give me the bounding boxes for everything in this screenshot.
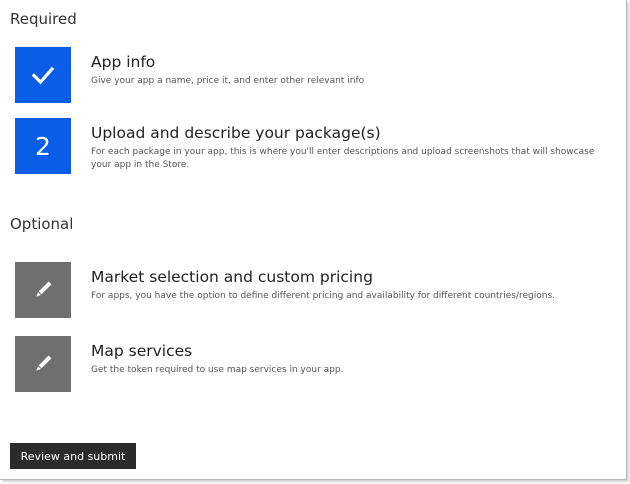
step-market-selection-tile[interactable]: [15, 262, 71, 318]
pencil-icon: [36, 355, 52, 371]
step-number: 2: [35, 131, 51, 161]
step-market-selection-title[interactable]: Market selection and custom pricing: [91, 268, 373, 286]
required-section-heading: Required: [10, 10, 77, 28]
step-upload-packages-tile[interactable]: 2: [15, 118, 71, 174]
step-app-info-tile[interactable]: [15, 47, 71, 103]
step-map-services-tile[interactable]: [15, 336, 71, 392]
step-market-selection[interactable]: Market selection and custom pricing For …: [15, 262, 615, 318]
pencil-icon: [36, 281, 52, 297]
step-map-services[interactable]: Map services Get the token required to u…: [15, 336, 615, 392]
submission-page: Required App info Give your app a name, …: [0, 0, 627, 480]
review-and-submit-button[interactable]: Review and submit: [10, 443, 136, 469]
step-map-services-title[interactable]: Map services: [91, 342, 192, 360]
step-map-services-description: Get the token required to use map servic…: [91, 365, 344, 375]
optional-section-heading: Optional: [10, 215, 74, 233]
check-icon: [31, 66, 55, 85]
step-app-info-description: Give your app a name, price it, and ente…: [91, 76, 365, 86]
step-upload-packages[interactable]: 2 Upload and describe your package(s) Fo…: [15, 118, 615, 174]
step-app-info[interactable]: App info Give your app a name, price it,…: [15, 47, 615, 103]
step-upload-packages-description: For each package in your app, this is wh…: [91, 147, 595, 170]
step-upload-packages-title[interactable]: Upload and describe your package(s): [91, 124, 381, 142]
step-market-selection-description: For apps, you have the option to define …: [91, 291, 555, 301]
step-app-info-title[interactable]: App info: [91, 53, 155, 71]
